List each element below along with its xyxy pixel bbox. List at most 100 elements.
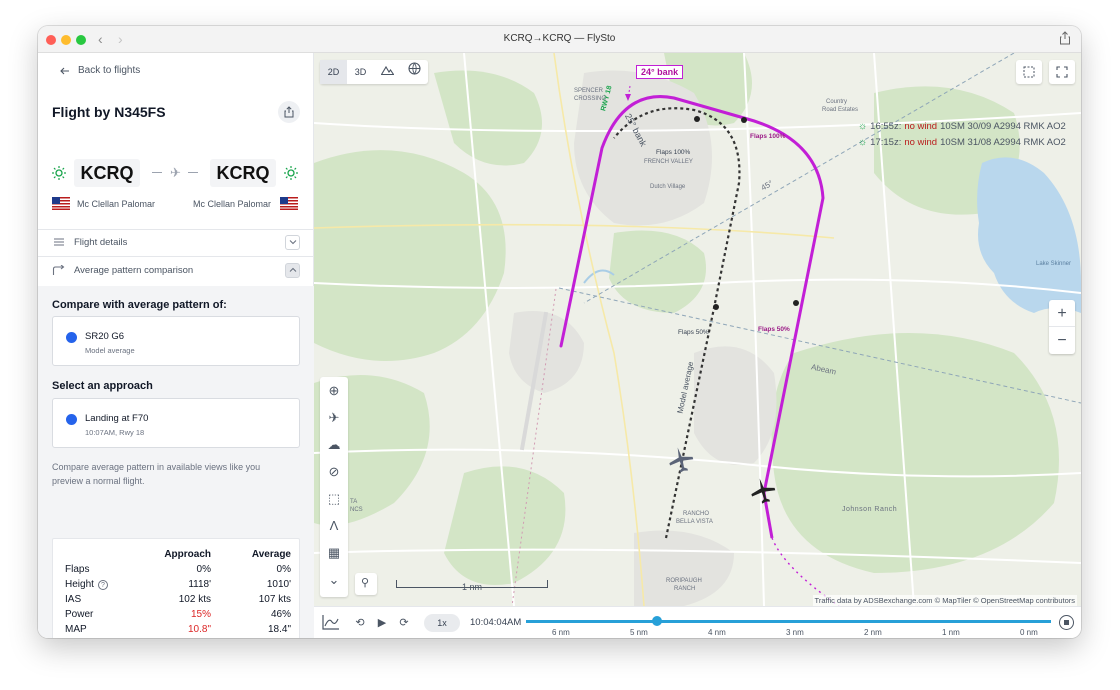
flaps-marker [793,300,799,306]
bank-callout: 24° bank [636,65,684,79]
expand-flight-details-button[interactable] [285,234,300,250]
zoom-controls: + − [1049,300,1075,354]
radio-selected[interactable] [66,332,77,343]
radio-selected[interactable] [66,414,77,425]
zoom-in-button[interactable]: + [1049,300,1075,327]
sun-icon: ☼ [858,121,868,132]
row-label: MAP [65,624,87,635]
collapse-toolbar-icon[interactable]: ⌄ [326,572,342,588]
row-label: Power [65,609,94,620]
distance-tick: 0 nm [1020,628,1038,637]
row-average: 107 kts [258,594,291,605]
playback-speed-button[interactable]: 1x [424,614,460,632]
place-label: TA [350,499,358,505]
row-label: Height [65,579,94,590]
origin-code: KCRQ [74,159,140,187]
hide-layer-icon[interactable]: ⊘ [326,464,342,480]
distance-tick: 2 nm [864,628,882,637]
playback-scrubber[interactable] [652,616,663,626]
destination-code: KCRQ [210,159,276,187]
skip-forward-5-icon[interactable]: ⟳ [396,615,412,631]
comparison-table: Approach Average Flaps 0% 0% Height? 111… [52,538,300,638]
distance-tick: 5 nm [630,628,648,637]
place-label: Dutch Village [650,184,686,190]
back-to-flights-link[interactable]: Back to flights [60,65,140,76]
playback-track[interactable] [526,620,1051,623]
select-area-button[interactable] [1016,60,1042,84]
fullscreen-button[interactable] [1049,60,1075,84]
row-approach: 15% [190,609,211,620]
zoom-out-button[interactable]: − [1049,327,1075,354]
place-label: Country [826,99,848,105]
row-label: IAS [65,594,82,605]
share-window-icon[interactable] [1059,31,1071,45]
collapse-average-pattern-button[interactable] [285,262,300,278]
average-pattern-label: Average pattern comparison [74,264,194,276]
map-layer-icon[interactable]: ▦ [326,545,342,561]
place-label: CROSSING [574,96,607,102]
selection-icon [1023,66,1035,78]
flight-details-section[interactable]: Flight details [52,229,300,255]
place-label: SPENCER [574,88,604,94]
list-icon [54,238,64,246]
mountain-icon [380,65,395,76]
play-icon[interactable]: ▶ [374,615,390,631]
terrain-button[interactable] [374,60,401,84]
globe-layer-icon[interactable]: ⊕ [326,383,342,399]
view-2d-button[interactable]: 2D [320,60,347,84]
distance-tick: 6 nm [552,628,570,637]
sun-icon: ☼ [858,137,868,148]
header-average: Average [251,549,291,560]
chart-toggle-icon[interactable] [322,614,340,630]
map-attribution[interactable]: Traffic data by ADSBexchange.com © MapTi… [812,595,1077,606]
row-approach: 102 kts [178,594,211,605]
scale-label: 1 nm [462,582,483,592]
route-dash [152,172,162,173]
approach-option-card[interactable]: Landing at F70 10:07AM, Rwy 18 [52,398,300,448]
weather-report: ☼ 16:55z: no wind 10SM 30/09 A2994 RMK A… [858,121,1066,132]
cloud-layer-icon[interactable]: ☁ [326,437,342,453]
flaps-label: Flaps 100% [656,149,691,156]
stop-button[interactable] [1059,615,1074,630]
flight-details-label: Flight details [74,236,128,248]
header-approach: Approach [164,549,211,560]
share-flight-button[interactable] [278,101,300,123]
place-label: RANCH [674,586,696,592]
arrow-left-icon [60,67,69,74]
row-approach: 10.8" [187,624,211,635]
pin-button[interactable]: ⚲ [355,573,377,595]
fullscreen-icon [1056,66,1068,78]
title-bar: ‹ › KCRQ→KCRQ — FlySto [38,26,1081,53]
place-label: Road Estates [822,107,859,113]
chevron-up-icon [289,267,296,272]
place-label: FRENCH VALLEY [644,159,693,165]
weather-wind: no wind [904,121,938,132]
flaps-label: Flaps 100% [750,133,786,140]
row-approach: 1118' [188,579,211,590]
place-label: BELLA VISTA [676,519,713,525]
distance-tick: 3 nm [786,628,804,637]
route-dash [188,172,198,173]
skip-back-5-icon[interactable]: ⟲ [352,615,368,631]
row-label: Flaps [65,564,90,575]
map-view[interactable]: 24° bank 25° bank RWY 18 Flaps 100% Flap… [314,53,1081,606]
average-pattern-section[interactable]: Average pattern comparison [52,257,300,283]
globe-button[interactable] [401,60,428,84]
help-icon[interactable]: ? [97,580,108,590]
airplane-layer-icon[interactable]: ✈ [326,410,342,426]
row-average: 1010' [266,579,291,590]
altitude-layer-icon[interactable]: Λ [326,518,342,534]
flaps-label: Flaps 50% [678,329,709,336]
row-label-wrapper: Height? [65,579,108,590]
weather-details: 10SM 31/08 A2994 RMK AO2 [940,137,1066,148]
compare-option-card[interactable]: SR20 G6 Model average [52,316,300,366]
row-average: 0% [276,564,291,575]
place-label: NCS [350,507,363,513]
select-layer-icon[interactable]: ⬚ [326,491,342,507]
comparison-hint: Compare average pattern in available vie… [52,462,261,486]
pin-icon: ⚲ [361,577,370,589]
place-label: RORIPAUGH [666,578,702,584]
view-3d-button[interactable]: 3D [347,60,374,84]
table-row: Power 15% 46% [65,609,291,624]
weather-report: ☼ 17:15z: no wind 10SM 31/08 A2994 RMK A… [858,137,1066,148]
